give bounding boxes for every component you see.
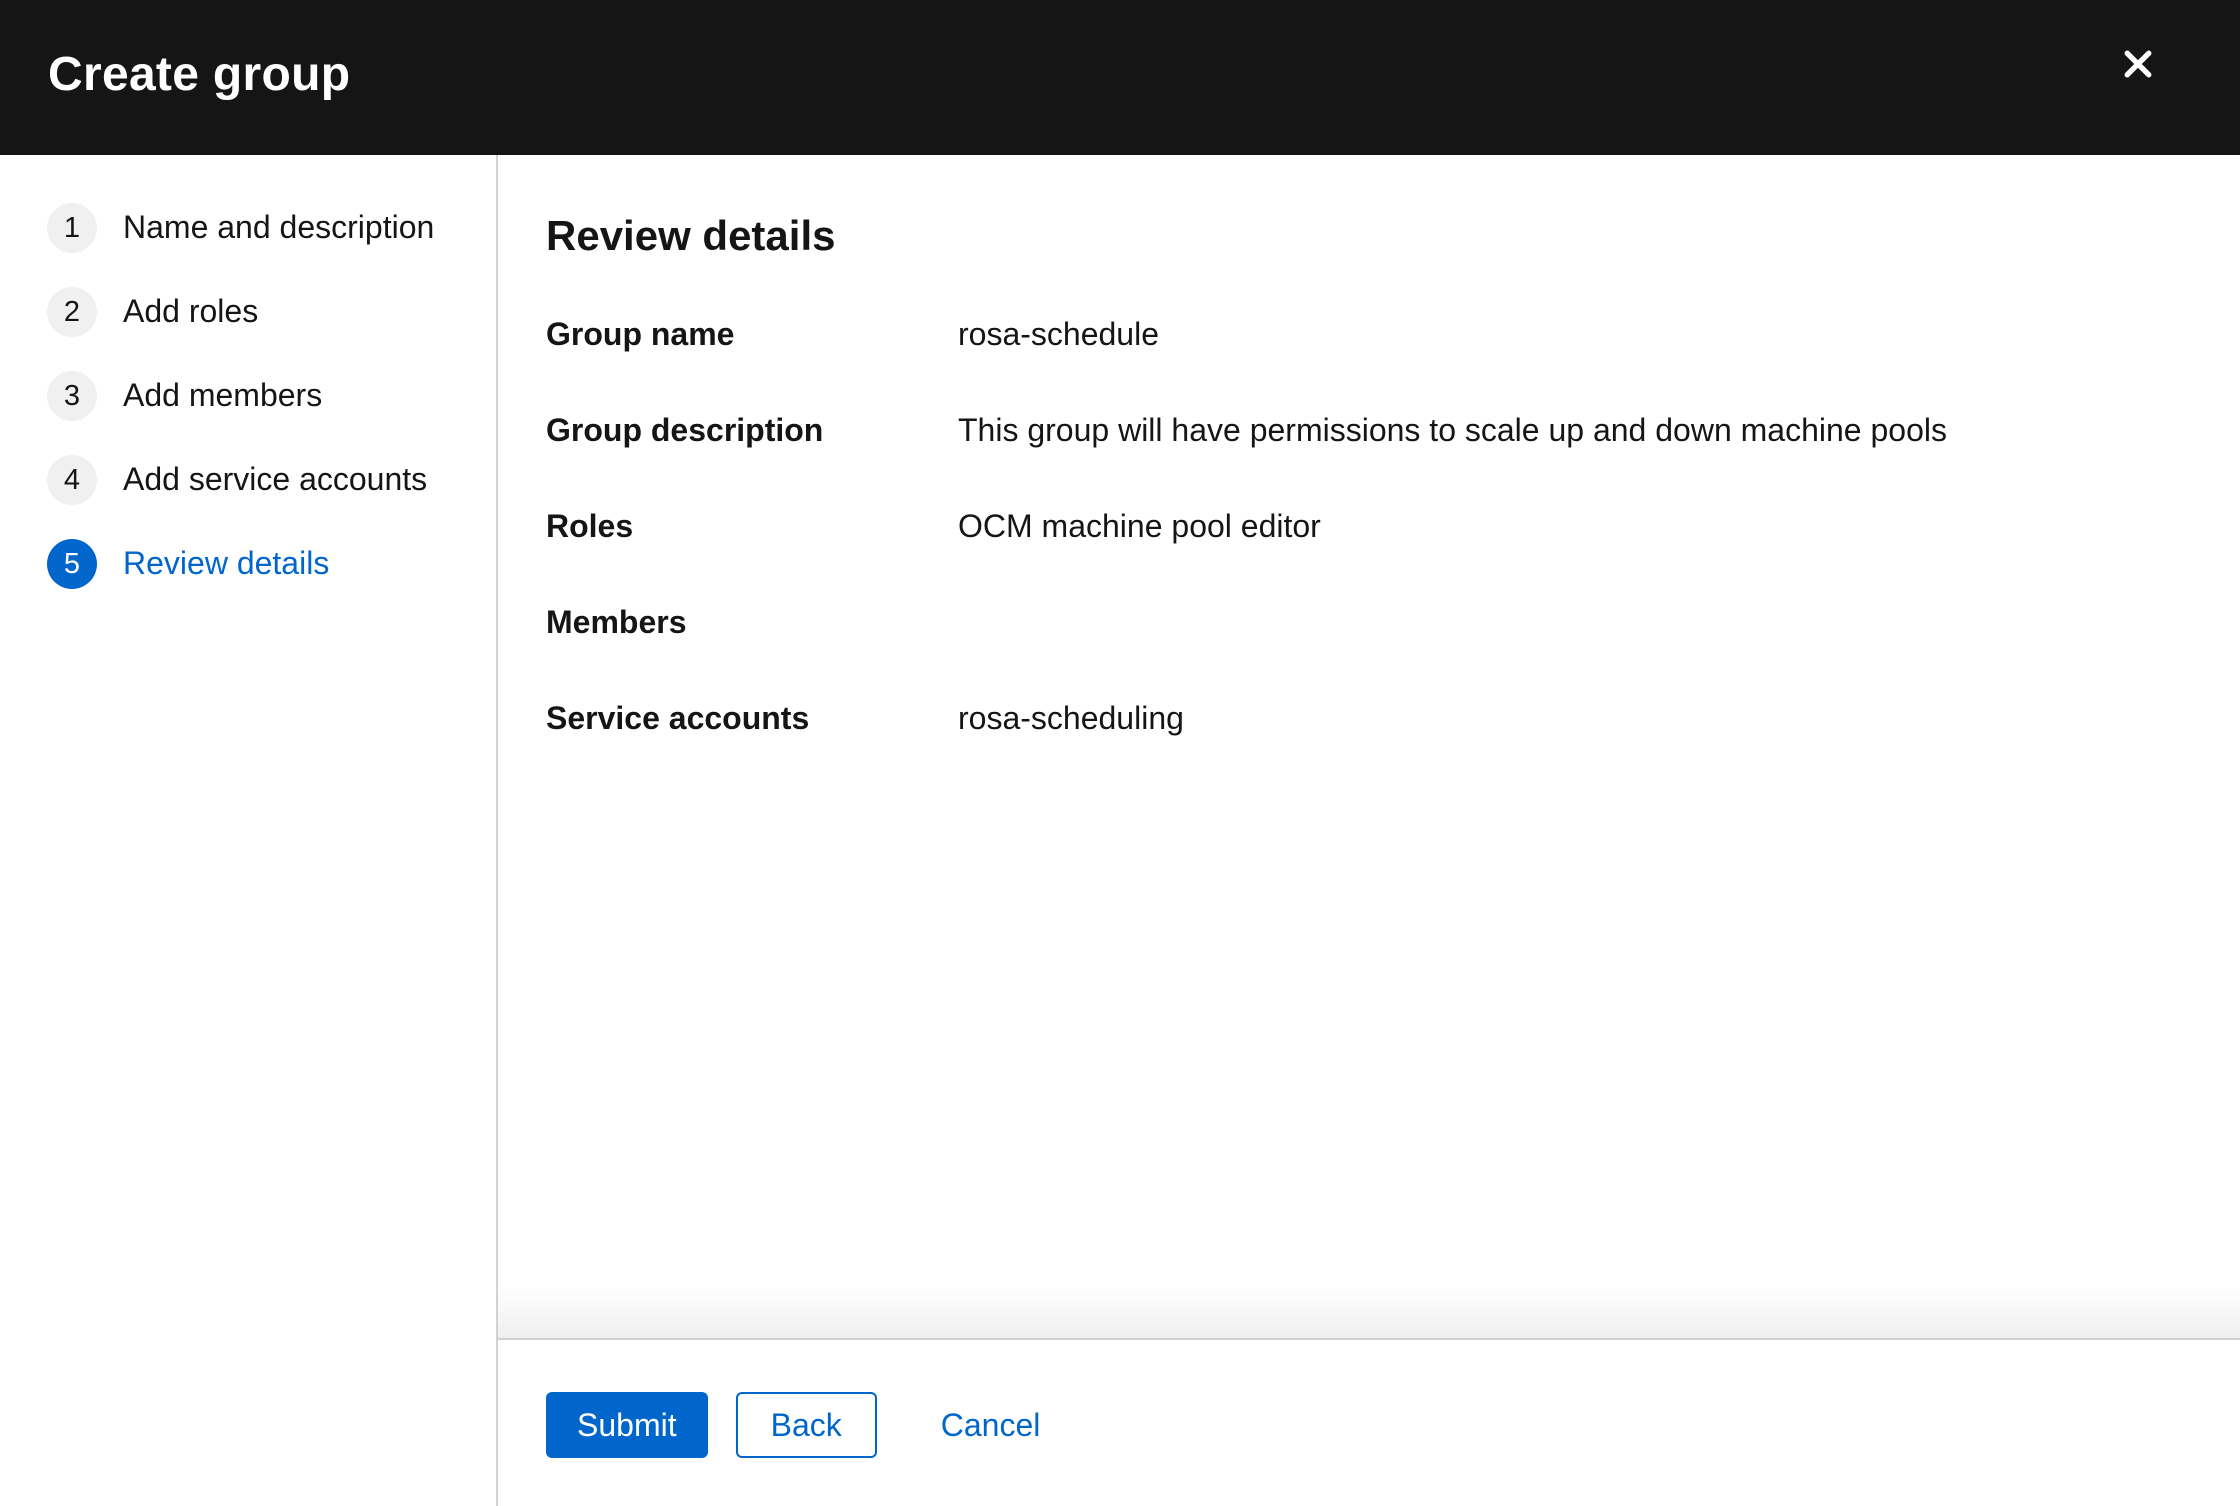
row-label: Members — [546, 604, 687, 640]
step-number-badge: 5 — [47, 539, 97, 589]
review-row-members: Members — [546, 606, 2176, 638]
review-row-group-name: Group name rosa-schedule — [546, 318, 2176, 350]
step-label: Name and description — [123, 209, 435, 246]
review-row-service-accounts: Service accounts rosa-scheduling — [546, 702, 2176, 734]
row-label: Service accounts — [546, 700, 810, 736]
step-label: Add members — [123, 377, 323, 414]
step-number-badge: 2 — [47, 287, 97, 337]
close-icon — [2124, 50, 2152, 78]
submit-button[interactable]: Submit — [546, 1392, 708, 1458]
modal-title: Create group — [48, 48, 351, 101]
wizard-step-add-roles[interactable]: 2 Add roles — [47, 287, 496, 337]
step-label: Add service accounts — [123, 461, 428, 498]
cancel-button[interactable]: Cancel — [941, 1392, 1041, 1458]
row-value: OCM machine pool editor — [958, 508, 1321, 544]
wizard-step-review-details[interactable]: 5 Review details — [47, 539, 496, 589]
wizard-step-add-members[interactable]: 3 Add members — [47, 371, 496, 421]
row-label: Group description — [546, 412, 824, 448]
back-button[interactable]: Back — [735, 1392, 877, 1458]
review-details-panel: Review details Group name rosa-schedule … — [498, 155, 2240, 1340]
step-label: Review details — [123, 545, 330, 582]
close-button[interactable] — [2110, 36, 2166, 92]
row-label: Group name — [546, 316, 735, 352]
wizard-footer: Submit Back Cancel — [498, 1340, 2240, 1506]
modal-body: 1 Name and description 2 Add roles 3 Add… — [0, 155, 2240, 1506]
wizard-main-column: Review details Group name rosa-schedule … — [498, 155, 2240, 1506]
wizard-step-add-service-accounts[interactable]: 4 Add service accounts — [47, 455, 496, 505]
modal-header: Create group — [0, 0, 2240, 155]
review-heading: Review details — [546, 212, 836, 259]
wizard-steps-nav: 1 Name and description 2 Add roles 3 Add… — [0, 155, 498, 1506]
row-value: This group will have permissions to scal… — [958, 412, 1947, 448]
review-row-roles: Roles OCM machine pool editor — [546, 510, 2176, 542]
step-number-badge: 3 — [47, 371, 97, 421]
step-number-badge: 1 — [47, 203, 97, 253]
review-row-group-description: Group description This group will have p… — [546, 414, 2176, 446]
row-value: rosa-schedule — [958, 316, 1159, 352]
step-number-badge: 4 — [47, 455, 97, 505]
create-group-modal: Create group 1 Name and description 2 Ad… — [0, 0, 2240, 1506]
review-rows: Group name rosa-schedule Group descripti… — [546, 318, 2176, 734]
wizard-step-name-and-description[interactable]: 1 Name and description — [47, 203, 496, 253]
row-label: Roles — [546, 508, 634, 544]
row-value: rosa-scheduling — [958, 700, 1184, 736]
step-label: Add roles — [123, 293, 259, 330]
